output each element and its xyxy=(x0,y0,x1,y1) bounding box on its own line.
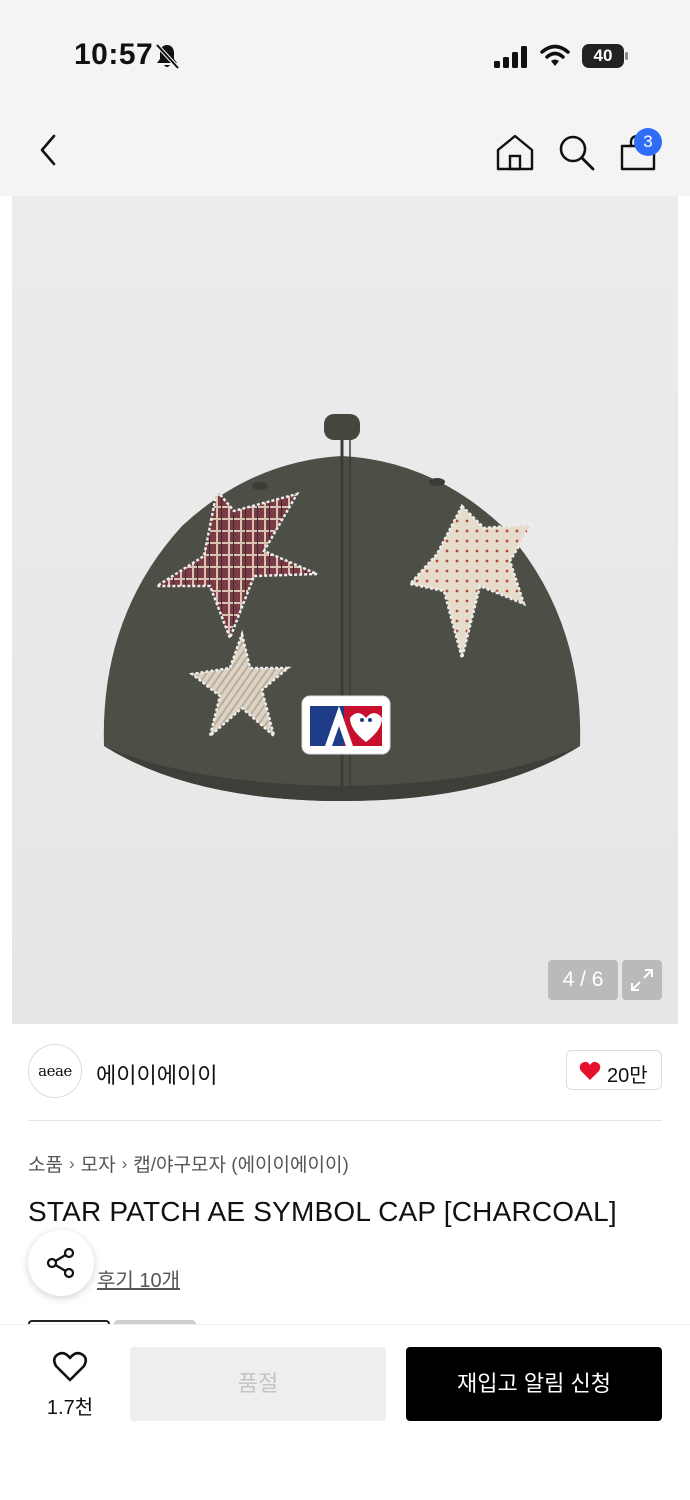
bottom-action-bar: 1.7천 품절 재입고 알림 신청 xyxy=(0,1324,690,1500)
signal-icon xyxy=(494,46,527,68)
brand-like-count: 20만 xyxy=(607,1065,648,1087)
heart-outline-icon xyxy=(52,1351,88,1382)
chevron-right-icon: › xyxy=(68,1153,75,1173)
cart-badge[interactable]: 3 xyxy=(634,128,662,156)
search-icon[interactable] xyxy=(556,132,596,172)
product-image-gallery[interactable]: 4 / 6 xyxy=(12,196,678,1024)
back-icon[interactable] xyxy=(30,130,66,170)
expand-button[interactable] xyxy=(622,960,662,1000)
brand-name[interactable]: 에이이에이이 xyxy=(96,1058,217,1090)
product-image-cap xyxy=(103,414,581,801)
bell-off-icon xyxy=(155,43,180,70)
brand-like-button[interactable]: 20만 xyxy=(566,1050,662,1090)
battery-icon: 40 xyxy=(582,44,628,68)
share-icon xyxy=(46,1247,75,1279)
breadcrumb-item[interactable]: 모자 xyxy=(81,1150,116,1177)
divider xyxy=(28,1120,662,1121)
image-counter: 4 / 6 xyxy=(548,960,618,1000)
restock-alert-button[interactable]: 재입고 알림 신청 xyxy=(406,1347,662,1421)
status-bar: 10:57 40 xyxy=(0,0,690,100)
brand-logo[interactable]: aeae xyxy=(28,1044,82,1098)
home-icon[interactable] xyxy=(494,132,536,172)
breadcrumb-item[interactable]: 캡/야구모자 (에이이에이이) xyxy=(133,1150,349,1177)
brand-row[interactable]: aeae 에이이에이이 20만 xyxy=(28,1042,662,1102)
wishlist-button[interactable]: 1.7천 xyxy=(30,1345,110,1425)
battery-level: 40 xyxy=(582,44,624,68)
soldout-button: 품절 xyxy=(130,1347,386,1421)
chevron-right-icon: › xyxy=(121,1153,128,1173)
share-button[interactable] xyxy=(28,1230,94,1296)
product-title: STAR PATCH AE SYMBOL CAP [CHARCOAL] xyxy=(28,1196,617,1227)
wishlist-count: 1.7천 xyxy=(46,1397,94,1419)
heart-filled-icon xyxy=(579,1061,601,1080)
review-link[interactable]: 후기 10개 xyxy=(97,1264,180,1293)
status-time: 10:57 xyxy=(74,38,154,71)
wifi-icon xyxy=(540,44,570,66)
top-nav xyxy=(0,100,690,196)
breadcrumb: 소품 › 모자 › 캡/야구모자 (에이이에이이) xyxy=(28,1150,349,1177)
battery-tip xyxy=(625,52,628,60)
expand-icon xyxy=(631,969,653,991)
breadcrumb-item[interactable]: 소품 xyxy=(28,1150,63,1177)
